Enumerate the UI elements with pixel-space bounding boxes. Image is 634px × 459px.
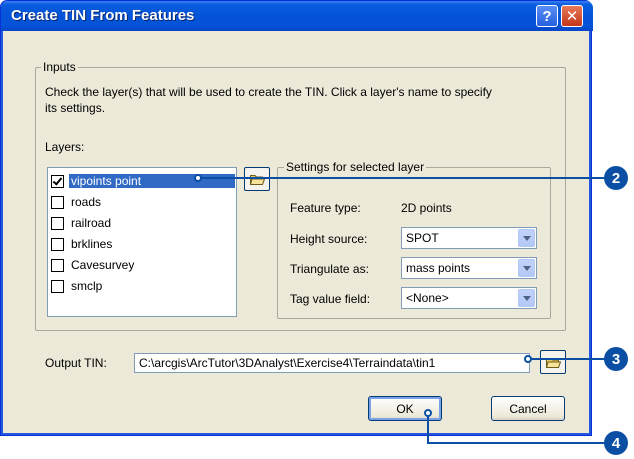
callout-line-4 <box>427 413 605 444</box>
callout-4: 4 <box>604 431 628 455</box>
callout-dot-4 <box>424 409 432 417</box>
callout-3: 3 <box>604 347 628 371</box>
callout-dot-2 <box>194 174 202 182</box>
callout-dot-3 <box>524 355 532 363</box>
callout-2: 2 <box>604 166 628 190</box>
callout-lines <box>194 174 605 444</box>
